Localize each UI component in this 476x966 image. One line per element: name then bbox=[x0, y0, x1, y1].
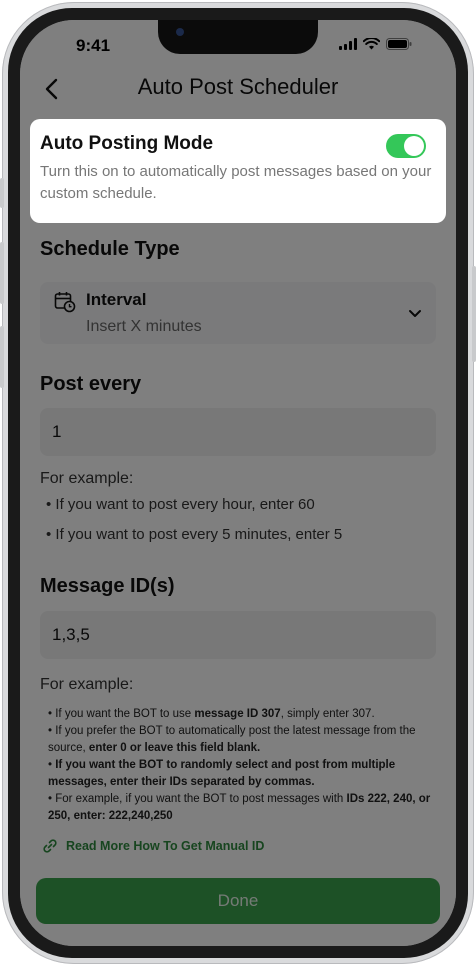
post-every-example-title: For example: bbox=[40, 470, 134, 487]
message-ids-input[interactable]: 1,3,5 bbox=[40, 611, 436, 659]
schedule-type-title: Schedule Type bbox=[40, 238, 180, 260]
nav-bar: Auto Post Scheduler bbox=[20, 70, 456, 110]
signal-icon bbox=[339, 38, 357, 50]
post-every-example-2: • If you want to post every 5 minutes, e… bbox=[46, 526, 343, 543]
message-ids-example-2: • If you prefer the BOT to automatically… bbox=[48, 725, 416, 754]
post-every-example-1: • If you want to post every hour, enter … bbox=[46, 496, 315, 513]
link-icon bbox=[43, 839, 57, 853]
auto-posting-toggle[interactable] bbox=[386, 134, 426, 158]
message-ids-example-title: For example: bbox=[40, 676, 134, 693]
read-more-link-label: Read More How To Get Manual ID bbox=[66, 839, 265, 853]
side-button-volume-down bbox=[0, 326, 4, 388]
camera-icon bbox=[176, 28, 184, 36]
post-every-example-2-text: If you want to post every 5 minutes, ent… bbox=[55, 526, 343, 543]
schedule-type-select[interactable]: Interval Insert X minutes bbox=[40, 282, 436, 344]
status-icons bbox=[339, 38, 412, 50]
auto-posting-title: Auto Posting Mode bbox=[40, 133, 214, 154]
page-title: Auto Post Scheduler bbox=[137, 74, 339, 99]
done-button[interactable]: Done bbox=[36, 878, 440, 924]
message-ids-example-1: • If you want the BOT to use message ID … bbox=[48, 708, 375, 720]
battery-icon bbox=[386, 38, 412, 50]
message-ids-example-4: • For example, if you want the BOT to po… bbox=[48, 793, 431, 822]
auto-posting-description: Turn this on to automatically post messa… bbox=[40, 163, 432, 202]
wifi-icon bbox=[363, 38, 380, 50]
toggle-knob bbox=[404, 136, 424, 156]
schedule-type-value: Interval bbox=[86, 290, 147, 309]
auto-posting-card: Auto Posting Mode Turn this on to automa… bbox=[30, 119, 446, 223]
status-time: 9:41 bbox=[76, 36, 111, 55]
calendar-clock-icon bbox=[54, 292, 76, 313]
screen: 9:41 Auto Post Scheduler Schedule Type I… bbox=[20, 20, 456, 946]
dynamic-island bbox=[158, 20, 318, 54]
post-every-input[interactable]: 1 bbox=[40, 408, 436, 456]
side-button-volume-up bbox=[0, 242, 4, 304]
post-every-example-1-text: If you want to post every hour, enter 60 bbox=[55, 496, 315, 513]
chevron-down-icon bbox=[409, 310, 421, 317]
schedule-type-subtitle: Insert X minutes bbox=[86, 318, 202, 335]
side-button-action bbox=[0, 178, 4, 208]
message-ids-title: Message ID(s) bbox=[40, 575, 175, 597]
side-button-power bbox=[472, 266, 476, 362]
post-every-title: Post every bbox=[40, 373, 142, 395]
message-ids-example-3: • If you want the BOT to randomly select… bbox=[48, 759, 396, 788]
read-more-link[interactable]: Read More How To Get Manual ID bbox=[42, 838, 264, 854]
